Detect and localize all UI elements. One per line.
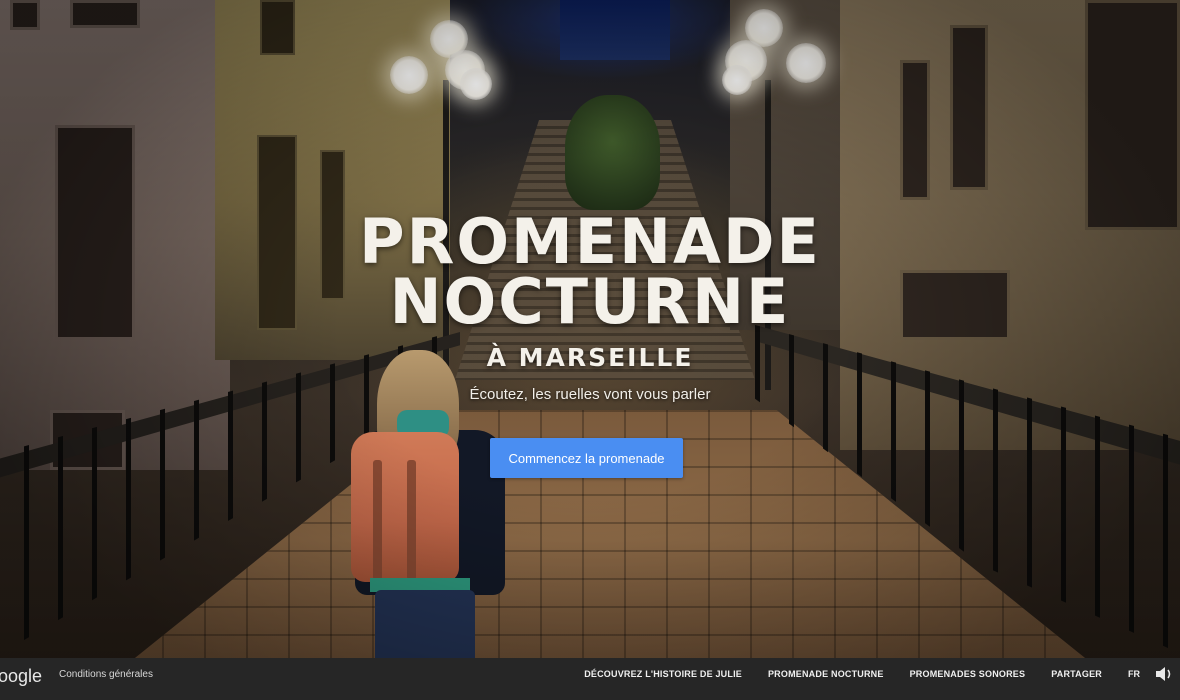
title-line-2: NOCTURNE	[389, 265, 791, 338]
google-logo[interactable]: oogle	[0, 666, 42, 687]
footer-bar: oogle Conditions générales DÉCOUVREZ L'H…	[0, 658, 1180, 700]
footer-nav: DÉCOUVREZ L'HISTOIRE DE JULIE PROMENADE …	[558, 658, 1180, 690]
language-selector[interactable]: FR	[1128, 669, 1140, 679]
title-line-1: PROMENADE	[359, 205, 821, 278]
speaker-icon[interactable]	[1154, 664, 1180, 684]
terms-link[interactable]: Conditions générales	[59, 669, 153, 680]
start-walk-button[interactable]: Commencez la promenade	[490, 438, 683, 478]
nav-julie-story[interactable]: DÉCOUVREZ L'HISTOIRE DE JULIE	[584, 669, 742, 679]
page-title: PROMENADE NOCTURNE	[0, 205, 1180, 338]
nav-night-walk[interactable]: PROMENADE NOCTURNE	[768, 669, 884, 679]
nav-sound-walks[interactable]: PROMENADES SONORES	[910, 669, 1026, 679]
hero: PROMENADE NOCTURNE À MARSEILLE Écoutez, …	[0, 0, 1180, 658]
tagline: Écoutez, les ruelles vont vous parler	[469, 386, 711, 403]
nav-share[interactable]: PARTAGER	[1051, 669, 1102, 679]
page-subtitle: À MARSEILLE	[486, 343, 694, 372]
